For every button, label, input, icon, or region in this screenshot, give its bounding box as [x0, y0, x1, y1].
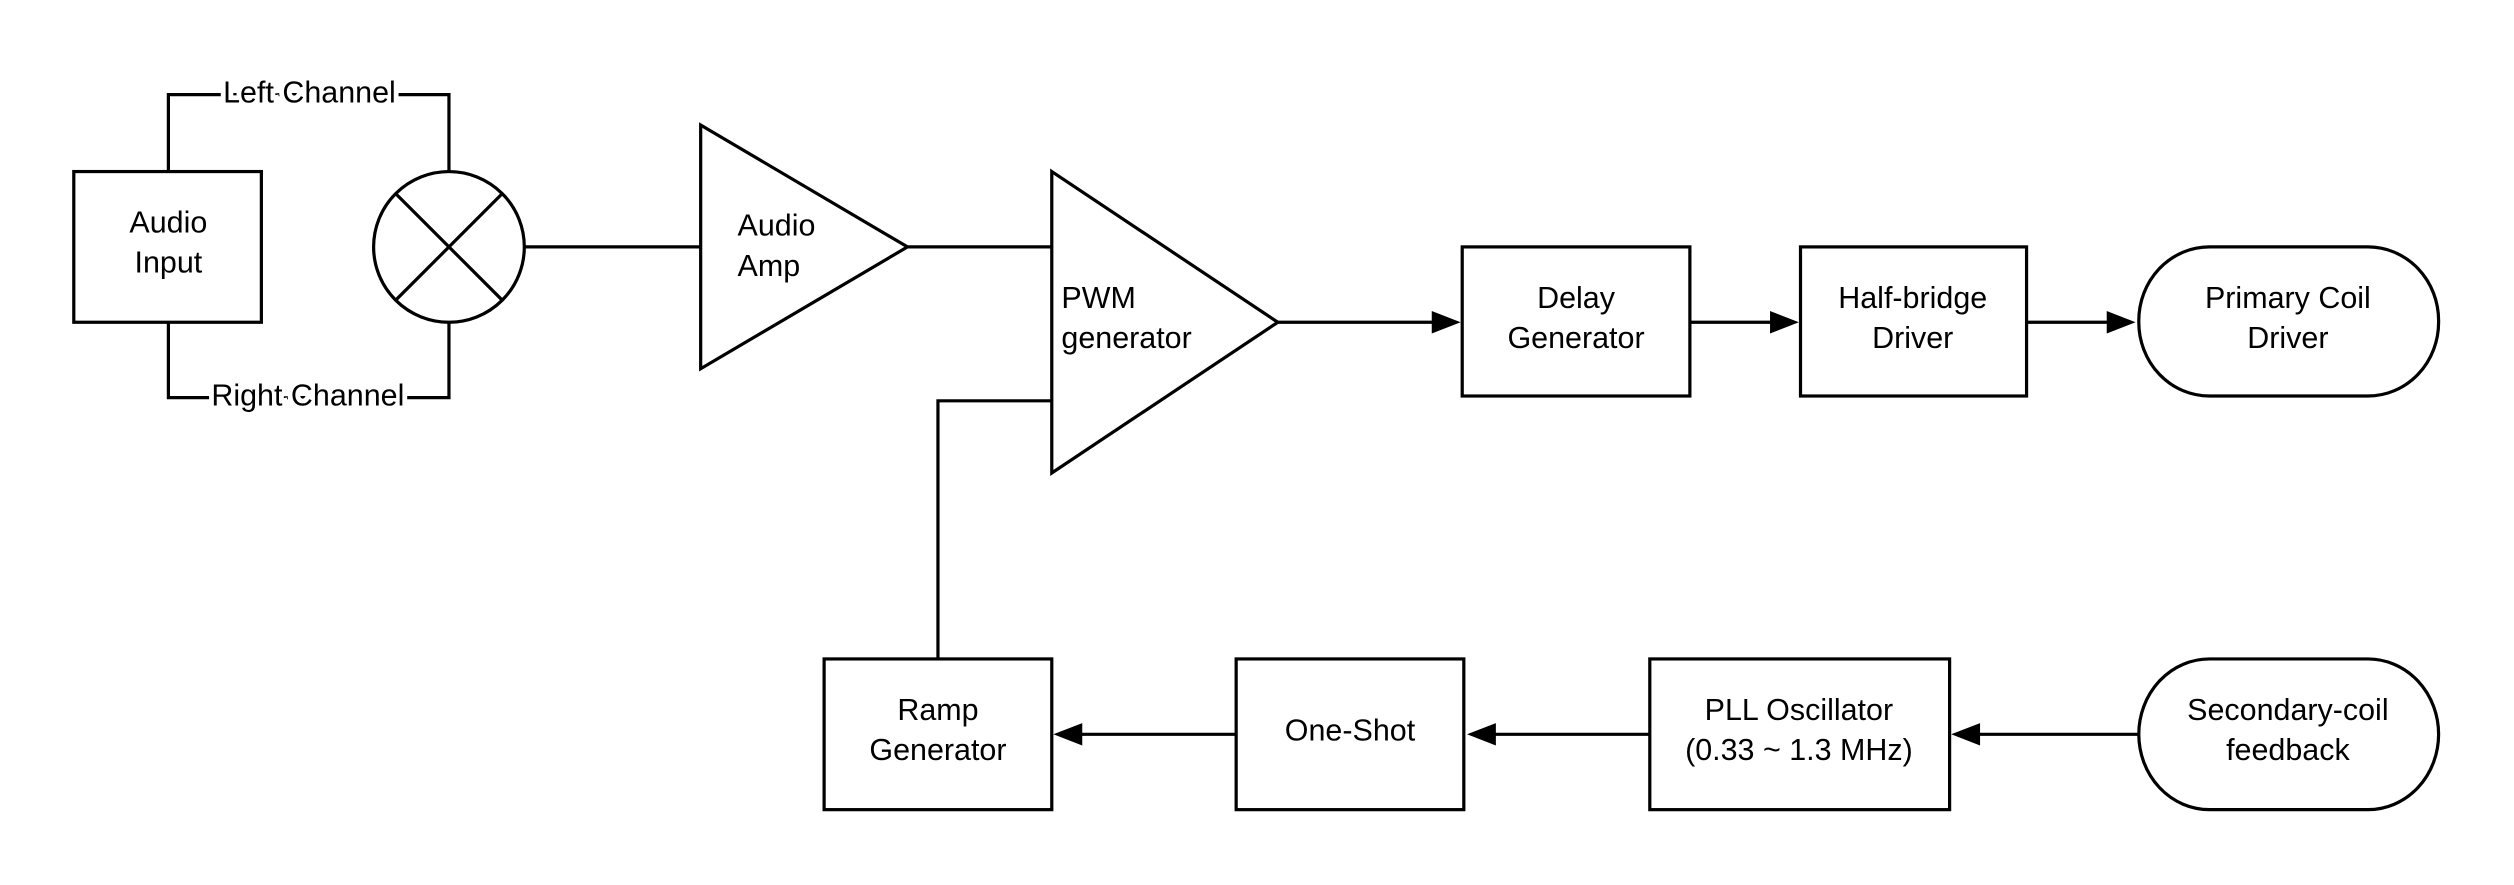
- half-bridge-driver-node[interactable]: Half-bridge Driver: [1798, 245, 2029, 398]
- arrowhead-icon: [2106, 311, 2136, 334]
- one-shot-node[interactable]: One-Shot: [1234, 657, 1466, 812]
- delay-generator-label-line2: Generator: [1507, 321, 1644, 355]
- mixer-node[interactable]: [371, 169, 526, 324]
- audio-input-label-line1: Audio: [129, 205, 207, 239]
- pll-oscillator-label-line2: (0.33 ~ 1.3 MHz): [1685, 733, 1913, 767]
- audio-amp-label-line2: Amp: [738, 249, 801, 283]
- ramp-to-pwm-connector: [936, 399, 1052, 659]
- block-diagram: Left Channel Right Channel Audio Input A…: [72, 71, 2441, 812]
- arrowhead-icon: [1770, 311, 1799, 334]
- secondary-coil-feedback-label-line1: Secondary-coil: [2187, 693, 2388, 727]
- arrowhead-icon: [1951, 723, 1981, 746]
- ramp-generator-label-line1: Ramp: [897, 693, 978, 727]
- arrowhead-icon: [1053, 723, 1083, 746]
- delay-generator-label-line1: Delay: [1537, 281, 1616, 315]
- primary-coil-driver-node[interactable]: Primary Coil Driver: [2137, 245, 2441, 398]
- half-bridge-driver-label-line2: Driver: [1872, 321, 1953, 355]
- arrowhead-icon: [1467, 723, 1496, 746]
- ramp-generator-label-line2: Generator: [869, 733, 1006, 767]
- primary-coil-driver-label-line2: Driver: [2247, 321, 2328, 355]
- one-shot-label: One-Shot: [1285, 714, 1416, 748]
- left-channel-label: Left Channel: [223, 76, 396, 110]
- audio-amp-node[interactable]: Audio Amp: [699, 122, 911, 372]
- pwm-generator-node[interactable]: PWM generator: [1050, 168, 1281, 476]
- pwm-generator-label-line1: PWM: [1061, 281, 1135, 315]
- right-channel-label: Right Channel: [211, 379, 404, 413]
- audio-amp-label-line1: Audio: [738, 209, 816, 243]
- delay-generator-node[interactable]: Delay Generator: [1460, 245, 1692, 398]
- pwm-generator-label-line2: generator: [1061, 321, 1191, 355]
- pll-oscillator-label-line1: PLL Oscillator: [1705, 693, 1893, 727]
- pll-oscillator-node[interactable]: PLL Oscillator (0.33 ~ 1.3 MHz): [1648, 657, 1952, 812]
- audio-input-node[interactable]: Audio Input: [72, 169, 263, 324]
- secondary-coil-feedback-node[interactable]: Secondary-coil feedback: [2137, 657, 2441, 812]
- primary-coil-driver-label-line1: Primary Coil: [2205, 281, 2371, 315]
- secondary-coil-feedback-label-line2: feedback: [2226, 733, 2350, 767]
- arrowhead-icon: [1431, 311, 1461, 334]
- half-bridge-driver-label-line1: Half-bridge: [1838, 281, 1987, 315]
- ramp-generator-node[interactable]: Ramp Generator: [822, 657, 1054, 812]
- audio-input-label-line2: Input: [135, 246, 203, 280]
